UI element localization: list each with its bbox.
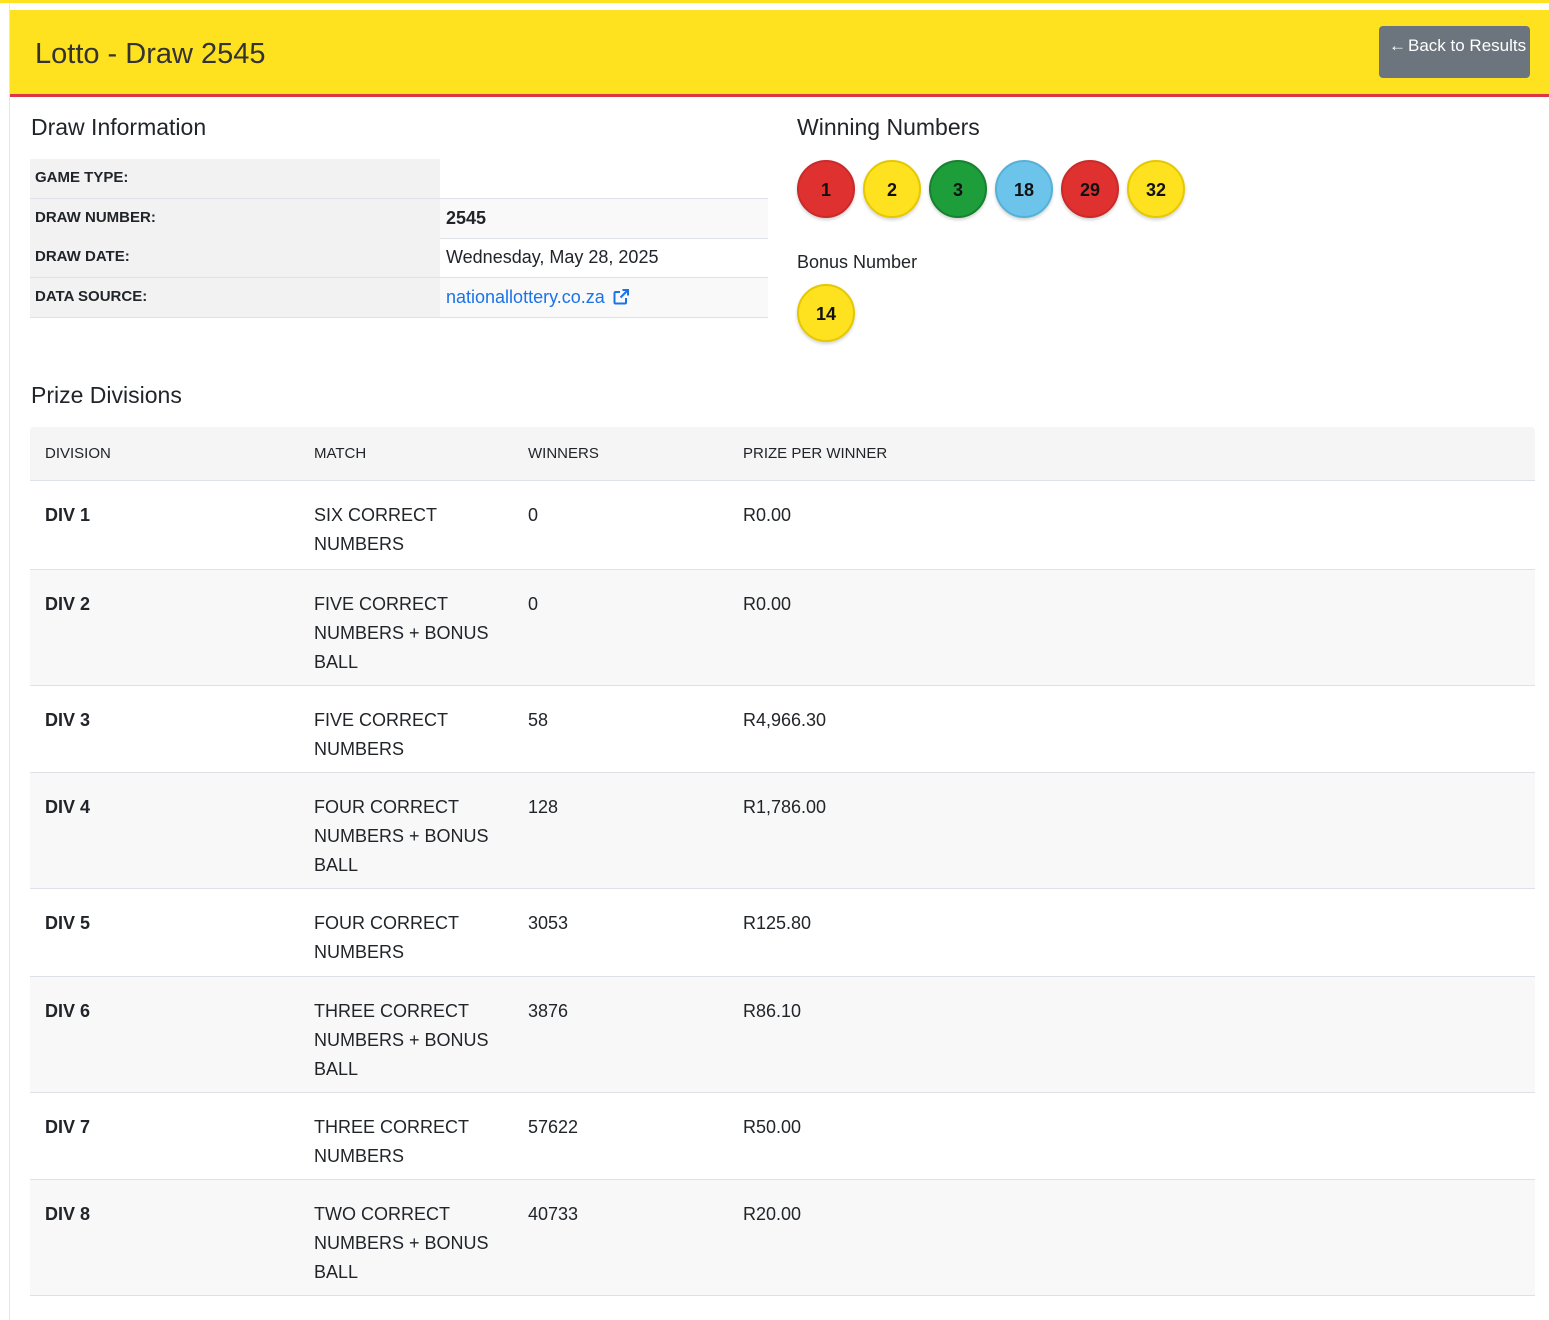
division-cell: DIV 8 [45,1204,91,1224]
info-value: Wednesday, May 28, 2025 [446,247,659,267]
winners-cell: 3053 [528,913,569,933]
top-accent-line [0,0,1549,3]
winning-ball: 3 [929,160,987,218]
info-label: DATA SOURCE: [30,278,440,317]
info-label: DRAW NUMBER: [30,199,440,238]
division-cell: DIV 6 [45,1001,91,1021]
table-row: DIV 1 SIX CORRECT NUMBERS 0 R0.00 [30,481,1535,570]
match-cell: TWO CORRECT NUMBERS + BONUS BALL [314,1204,489,1282]
table-row: DIV 8 TWO CORRECT NUMBERS + BONUS BALL 4… [30,1180,1535,1296]
winning-ball: 2 [863,160,921,218]
prize-cell: R0.00 [743,505,792,525]
back-to-results-button[interactable]: ← Back to Results [1379,26,1530,78]
winners-cell: 3876 [528,1001,569,1021]
table-row: DIV 3 FIVE CORRECT NUMBERS 58 R4,966.30 [30,686,1535,773]
winners-cell: 0 [528,594,539,614]
info-row-data-source: DATA SOURCE: nationallottery.co.za [30,278,768,318]
winning-ball: 32 [1127,160,1185,218]
page-title: Lotto - Draw 2545 [35,38,266,70]
prize-table-header: DIVISION MATCH WINNERS PRIZE PER WINNER [30,427,1535,481]
prize-divisions-heading: Prize Divisions [31,382,182,408]
prize-cell: R0.00 [743,594,792,614]
winners-cell: 58 [528,710,549,730]
winning-ball: 1 [797,160,855,218]
division-cell: DIV 2 [45,594,91,614]
winning-ball: 29 [1061,160,1119,218]
external-link-icon[interactable] [613,289,629,305]
match-cell: FIVE CORRECT NUMBERS + BONUS BALL [314,594,489,672]
winning-numbers-heading: Winning Numbers [797,114,980,140]
division-cell: DIV 1 [45,505,91,525]
match-cell: FIVE CORRECT NUMBERS [314,710,448,759]
winners-cell: 57622 [528,1117,579,1137]
column-header-division: DIVISION [45,445,111,462]
prize-cell: R1,786.00 [743,797,827,817]
prize-cell: R50.00 [743,1117,802,1137]
division-cell: DIV 4 [45,797,91,817]
prize-cell: R20.00 [743,1204,802,1224]
column-header-match: MATCH [314,445,367,462]
table-row: DIV 2 FIVE CORRECT NUMBERS + BONUS BALL … [30,570,1535,686]
prize-cell: R125.80 [743,913,812,933]
winners-cell: 40733 [528,1204,579,1224]
division-cell: DIV 7 [45,1117,91,1137]
arrow-left-icon: ← [1389,36,1406,55]
match-cell: SIX CORRECT NUMBERS [314,505,437,554]
info-label: DRAW DATE: [30,238,440,277]
info-row-draw-number: DRAW NUMBER: 2545 [30,199,768,239]
prize-cell: R4,966.30 [743,710,827,730]
info-row-game-type: GAME TYPE: [30,159,768,199]
data-source-link[interactable]: nationallottery.co.za [446,287,605,307]
column-header-winners: WINNERS [528,445,599,462]
back-button-label: Back to Results [1408,36,1527,55]
info-label: GAME TYPE: [30,159,440,198]
prize-cell: R86.10 [743,1001,802,1021]
draw-information-heading: Draw Information [31,114,207,140]
column-header-prize: PRIZE PER WINNER [743,445,888,462]
page-header: Lotto - Draw 2545 ← Back to Results [10,10,1549,97]
left-border-line [9,3,10,1320]
bonus-ball: 14 [797,284,855,342]
match-cell: FOUR CORRECT NUMBERS [314,913,459,962]
table-row: DIV 7 THREE CORRECT NUMBERS 57622 R50.00 [30,1093,1535,1180]
table-row: DIV 4 FOUR CORRECT NUMBERS + BONUS BALL … [30,773,1535,889]
division-cell: DIV 3 [45,710,91,730]
table-row: DIV 5 FOUR CORRECT NUMBERS 3053 R125.80 [30,889,1535,977]
info-value [440,159,768,198]
match-cell: FOUR CORRECT NUMBERS + BONUS BALL [314,797,489,875]
bonus-number-label: Bonus Number [797,252,918,272]
match-cell: THREE CORRECT NUMBERS [314,1117,469,1166]
info-value-link-cell: nationallottery.co.za [440,278,768,317]
division-cell: DIV 5 [45,913,91,933]
info-value: 2545 [440,199,768,238]
table-row: DIV 6 THREE CORRECT NUMBERS + BONUS BALL… [30,977,1535,1093]
winners-cell: 128 [528,797,559,817]
info-row-draw-date: DRAW DATE: Wednesday, May 28, 2025 [30,238,768,278]
winners-cell: 0 [528,505,539,525]
winning-ball: 18 [995,160,1053,218]
match-cell: THREE CORRECT NUMBERS + BONUS BALL [314,1001,489,1079]
